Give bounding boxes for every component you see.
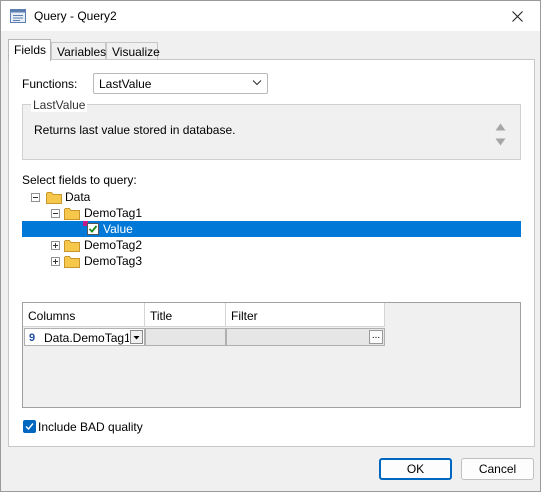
column-header-label: Title (150, 309, 173, 323)
expand-icon[interactable] (51, 257, 60, 266)
collapse-icon[interactable] (51, 209, 60, 218)
data-type-icon: 9 (29, 332, 35, 343)
include-bad-quality-label: Include BAD quality (38, 420, 143, 434)
tree-node-demotag3[interactable]: DemoTag3 (22, 253, 521, 269)
column-value-cell[interactable]: 9 Data.DemoTag1.\ (24, 328, 145, 346)
tree-node-demotag2[interactable]: DemoTag2 (22, 237, 521, 253)
folder-icon (64, 208, 80, 220)
columns-grid: Columns Title Filter 9 Data.DemoTag1.\ .… (22, 302, 521, 408)
include-bad-quality-checkbox[interactable] (23, 420, 36, 433)
tree-node-demotag1[interactable]: DemoTag1 (22, 205, 521, 221)
column-header-label: Filter (231, 309, 258, 323)
tree-node-data[interactable]: Data (22, 189, 521, 205)
close-button[interactable] (494, 1, 540, 31)
chevron-down-icon (252, 80, 262, 86)
tab-fields[interactable]: Fields (8, 39, 51, 61)
functions-dropdown[interactable]: LastValue (93, 73, 268, 94)
column-value-text: Data.DemoTag1.\ (44, 331, 129, 345)
folder-icon (64, 256, 80, 268)
svg-text:9: 9 (29, 332, 35, 343)
scroll-up-icon[interactable] (495, 123, 506, 131)
scroll-down-icon[interactable] (495, 138, 506, 146)
query-dialog: Query - Query2 Fields Variables Visualiz… (0, 0, 541, 492)
cancel-button[interactable]: Cancel (461, 458, 534, 480)
title-cell[interactable] (145, 328, 226, 346)
tree-node-label: Value (103, 222, 133, 236)
filter-browse-button[interactable]: ... (369, 330, 383, 344)
folder-icon (64, 240, 80, 252)
fields-tab-page: Functions: LastValue LastValue Returns l… (8, 59, 535, 447)
dropdown-arrow-icon (133, 336, 140, 340)
expand-icon[interactable] (51, 241, 60, 250)
tab-variables[interactable]: Variables (51, 42, 106, 60)
ok-button[interactable]: OK (379, 458, 452, 480)
checkmark-icon (25, 423, 34, 431)
functions-selected-value: LastValue (99, 77, 152, 91)
column-header-columns[interactable]: Columns (23, 303, 145, 327)
column-dropdown-button[interactable] (130, 330, 143, 344)
column-header-title[interactable]: Title (145, 303, 226, 327)
function-description-title: LastValue (31, 98, 88, 112)
function-description-box: LastValue Returns last value stored in d… (22, 98, 521, 160)
tab-visualize[interactable]: Visualize (106, 42, 160, 60)
column-header-label: Columns (28, 309, 76, 323)
functions-label: Functions: (22, 77, 78, 91)
close-icon (511, 10, 523, 22)
window-app-icon (10, 9, 26, 23)
tree-node-label: DemoTag2 (84, 238, 143, 252)
checkmark-icon (88, 225, 98, 233)
value-checkbox[interactable] (87, 223, 99, 235)
collapse-icon[interactable] (31, 193, 40, 202)
function-description-text: Returns last value stored in database. (34, 123, 236, 137)
tree-node-value[interactable]: Value (22, 221, 521, 237)
fields-tree: Data DemoTag1 Value DemoTag2 DemoTag3 (22, 188, 521, 298)
select-fields-label: Select fields to query: (22, 173, 137, 187)
column-header-filter[interactable]: Filter (226, 303, 385, 327)
tree-node-label: Data (65, 190, 91, 204)
folder-icon (46, 192, 62, 204)
filter-cell[interactable]: ... (226, 328, 385, 346)
tree-node-label: DemoTag3 (84, 254, 143, 268)
window-title: Query - Query2 (34, 9, 117, 23)
tree-node-label: DemoTag1 (84, 206, 143, 220)
title-bar: Query - Query2 (1, 1, 540, 31)
